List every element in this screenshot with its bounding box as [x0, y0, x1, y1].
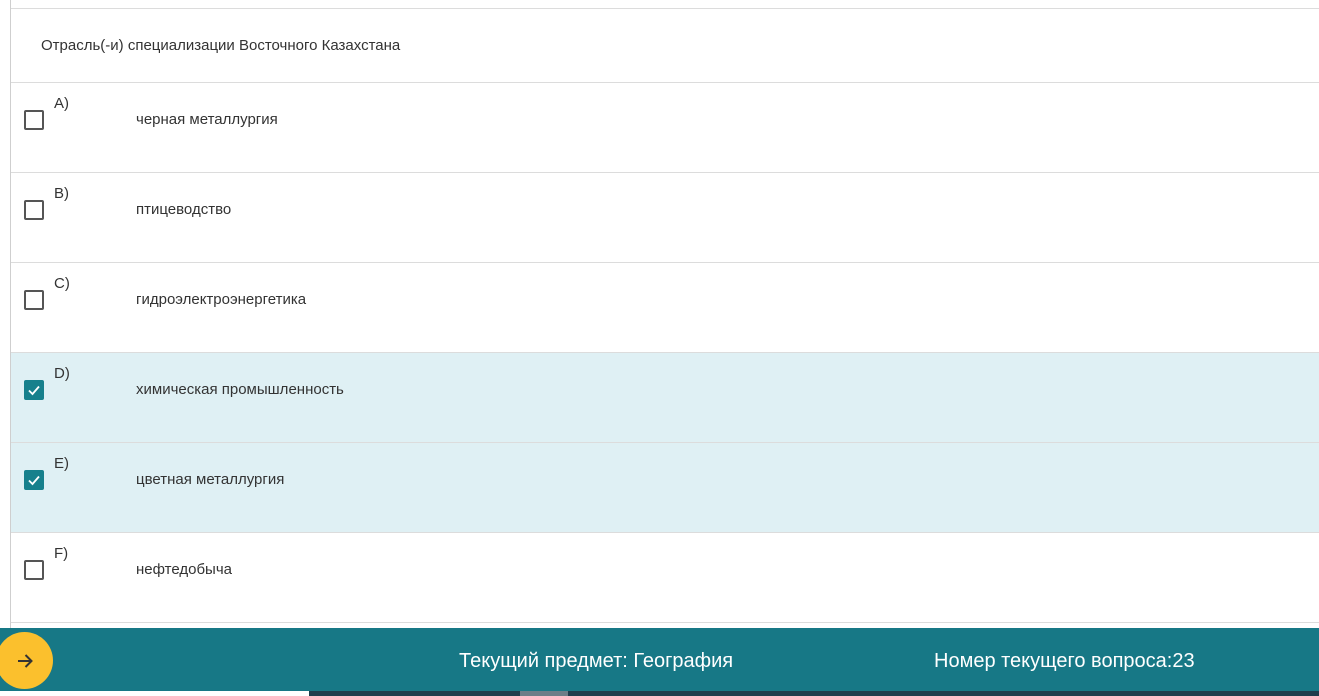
- option-letter: B): [54, 185, 69, 202]
- option-c[interactable]: C) гидроэлектроэнергетика: [11, 263, 1319, 353]
- option-letter: A): [54, 95, 69, 112]
- option-letter: C): [54, 275, 70, 292]
- arrow-right-icon: [17, 653, 33, 668]
- checkbox-f[interactable]: [24, 560, 44, 580]
- previous-row-edge: [11, 0, 1319, 9]
- question-row: Отрасль(-и) специализации Восточного Каз…: [11, 9, 1319, 83]
- option-letter: E): [54, 455, 69, 472]
- option-d[interactable]: D) химическая промышленность: [11, 353, 1319, 443]
- taskbar-edge-light: [0, 691, 309, 696]
- option-f[interactable]: F) нефтедобыча: [11, 533, 1319, 623]
- option-letter: D): [54, 365, 70, 382]
- checkbox-d[interactable]: [24, 380, 44, 400]
- checkmark-icon: [28, 385, 40, 396]
- taskbar-edge: [309, 691, 1319, 696]
- checkbox-b[interactable]: [24, 200, 44, 220]
- option-text: химическая промышленность: [136, 381, 344, 398]
- test-page: Отрасль(-и) специализации Восточного Каз…: [0, 0, 1319, 696]
- option-b[interactable]: B) птицеводство: [11, 173, 1319, 263]
- option-text: нефтедобыча: [136, 561, 232, 578]
- checkmark-icon: [28, 475, 40, 486]
- option-text: птицеводство: [136, 201, 232, 218]
- option-e[interactable]: E) цветная металлургия: [11, 443, 1319, 533]
- options-list: A) черная металлургия B) птицеводство C)…: [11, 83, 1319, 623]
- status-footer: Текущий предмет: География Номер текущег…: [0, 628, 1319, 696]
- question-text: Отрасль(-и) специализации Восточного Каз…: [41, 37, 401, 54]
- checkbox-c[interactable]: [24, 290, 44, 310]
- option-a[interactable]: A) черная металлургия: [11, 83, 1319, 173]
- current-question-number: Номер текущего вопроса:23: [934, 650, 1195, 672]
- checkbox-e[interactable]: [24, 470, 44, 490]
- option-letter: F): [54, 545, 69, 562]
- option-text: гидроэлектроэнергетика: [136, 291, 307, 308]
- taskbar-mark: [520, 691, 568, 696]
- current-subject: Текущий предмет: География: [459, 650, 734, 672]
- next-button[interactable]: [0, 632, 53, 689]
- option-text: цветная металлургия: [136, 471, 285, 488]
- option-text: черная металлургия: [136, 111, 278, 128]
- checkbox-a[interactable]: [24, 110, 44, 130]
